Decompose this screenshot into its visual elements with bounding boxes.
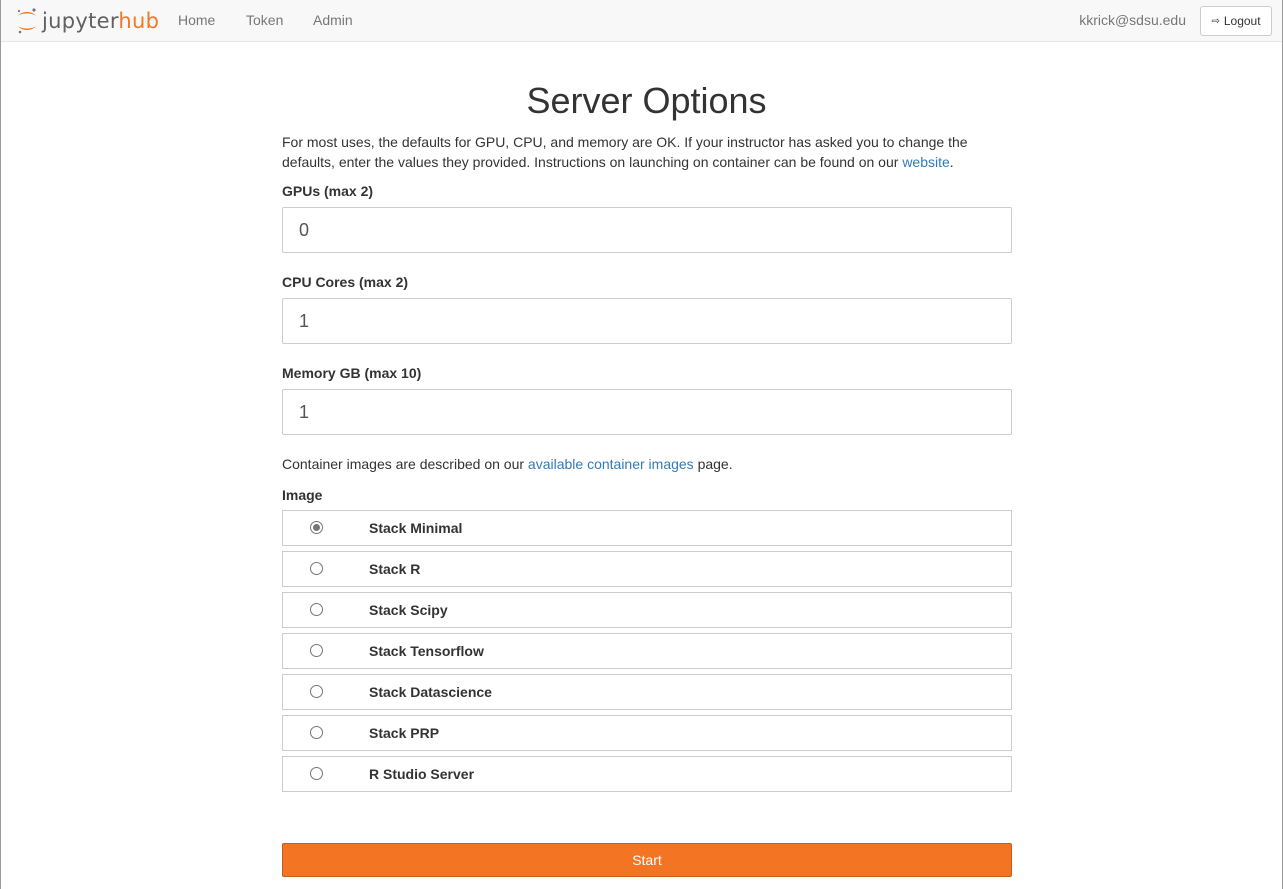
nav-home[interactable]: Home bbox=[178, 12, 215, 28]
start-button[interactable]: Start bbox=[282, 843, 1012, 877]
radio-button[interactable] bbox=[310, 726, 323, 739]
jupyter-logo-icon bbox=[17, 8, 36, 34]
radio-button-selected[interactable] bbox=[310, 521, 323, 534]
image-option-label: Stack PRP bbox=[369, 725, 440, 741]
logout-label: Logout bbox=[1223, 14, 1261, 28]
image-option-stack-r[interactable]: Stack R bbox=[282, 551, 1012, 587]
radio-button[interactable] bbox=[310, 603, 323, 616]
image-option-label: Stack Tensorflow bbox=[369, 643, 484, 659]
nav-admin[interactable]: Admin bbox=[313, 12, 353, 28]
image-option-stack-datascience[interactable]: Stack Datascience bbox=[282, 674, 1012, 710]
cpu-label: CPU Cores (max 2) bbox=[282, 274, 409, 290]
nav-token[interactable]: Token bbox=[246, 12, 283, 28]
image-option-stack-scipy[interactable]: Stack Scipy bbox=[282, 592, 1012, 628]
user-email: kkrick@sdsu.edu bbox=[1079, 12, 1186, 28]
brand-name: jupyterhub bbox=[42, 5, 159, 37]
radio-button[interactable] bbox=[310, 562, 323, 575]
image-option-stack-prp[interactable]: Stack PRP bbox=[282, 715, 1012, 751]
intro-body: For most uses, the defaults for GPU, CPU… bbox=[282, 134, 968, 170]
image-option-label: Stack R bbox=[369, 561, 421, 577]
image-option-label: Stack Datascience bbox=[369, 684, 492, 700]
navbar: jupyterhub Home Token Admin kkrick@sdsu.… bbox=[1, 0, 1282, 42]
images-desc-after: page. bbox=[693, 456, 733, 472]
image-option-stack-minimal[interactable]: Stack Minimal bbox=[282, 510, 1012, 546]
memory-label: Memory GB (max 10) bbox=[282, 365, 422, 381]
radio-button[interactable] bbox=[310, 685, 323, 698]
image-option-label: R Studio Server bbox=[369, 766, 475, 782]
brand-jupyter: jupyter bbox=[42, 9, 119, 33]
jupyterhub-logo[interactable]: jupyterhub bbox=[15, 5, 159, 37]
image-option-r-studio-server[interactable]: R Studio Server bbox=[282, 756, 1012, 792]
images-description: Container images are described on our av… bbox=[282, 456, 733, 472]
image-label: Image bbox=[282, 487, 323, 503]
intro-text: For most uses, the defaults for GPU, CPU… bbox=[282, 132, 1012, 172]
images-desc-before: Container images are described on our bbox=[282, 456, 528, 472]
gpus-input[interactable] bbox=[282, 207, 1012, 253]
image-option-stack-tensorflow[interactable]: Stack Tensorflow bbox=[282, 633, 1012, 669]
image-option-label: Stack Scipy bbox=[369, 602, 448, 618]
brand-hub: hub bbox=[118, 9, 160, 33]
memory-input[interactable] bbox=[282, 389, 1012, 435]
image-option-label: Stack Minimal bbox=[369, 520, 463, 536]
gpus-label: GPUs (max 2) bbox=[282, 183, 374, 199]
website-link[interactable]: website bbox=[902, 154, 949, 170]
container-images-link[interactable]: available container images bbox=[528, 456, 694, 472]
logout-button[interactable]: ⇨ Logout bbox=[1200, 6, 1272, 36]
radio-button[interactable] bbox=[310, 767, 323, 780]
page-title: Server Options bbox=[526, 80, 767, 121]
logout-icon: ⇨ bbox=[1211, 15, 1220, 27]
radio-button[interactable] bbox=[310, 644, 323, 657]
start-label: Start bbox=[632, 852, 662, 868]
intro-end: . bbox=[949, 154, 954, 170]
cpu-input[interactable] bbox=[282, 298, 1012, 344]
